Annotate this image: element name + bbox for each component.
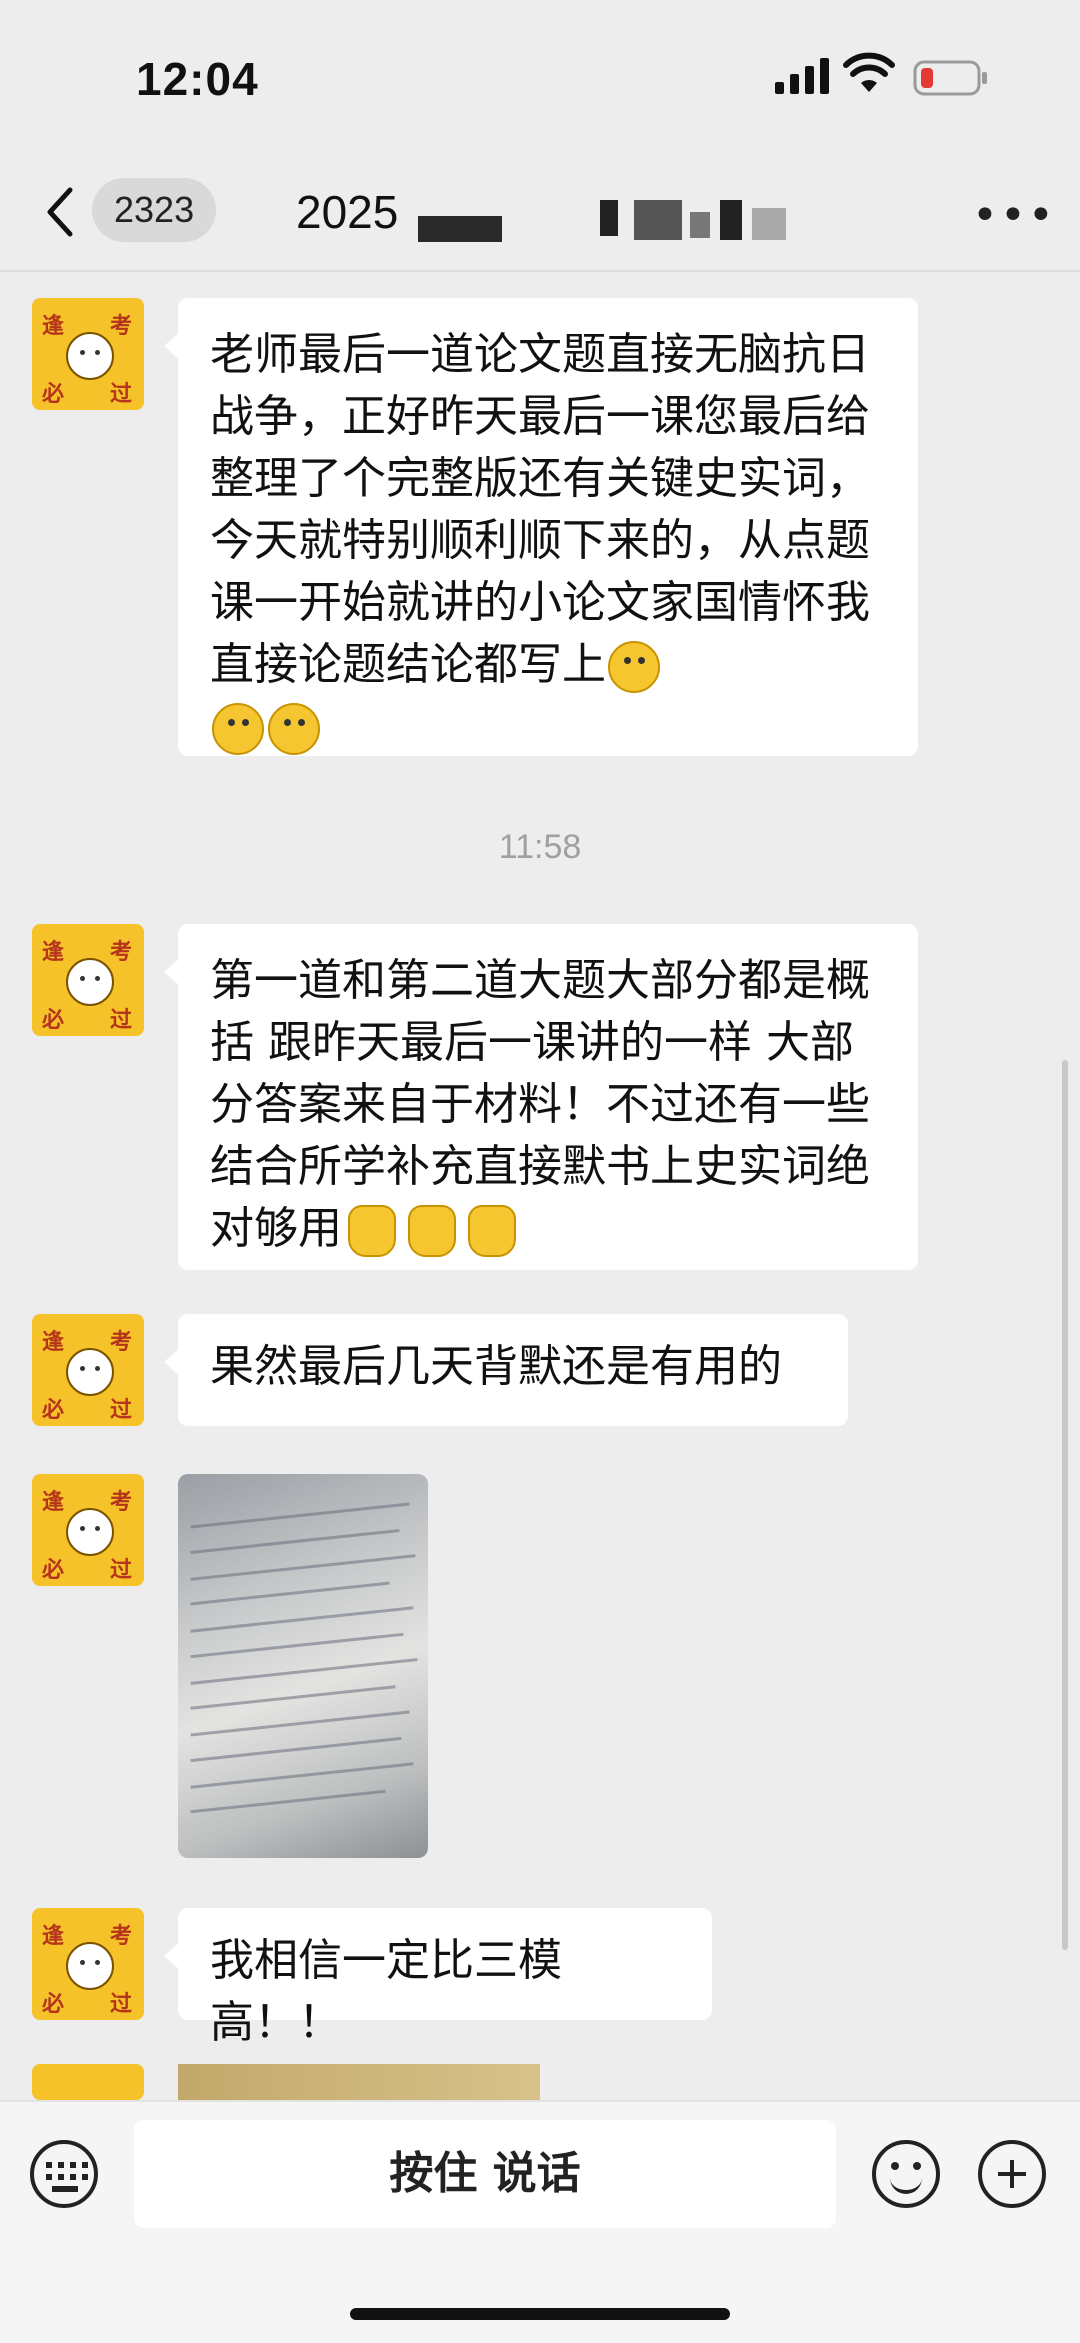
cat-face-icon — [66, 332, 114, 380]
fist-emoji-icon — [408, 1205, 456, 1257]
notes-photo[interactable] — [178, 1474, 428, 1858]
cat-face-icon — [66, 1942, 114, 1990]
message-text: 老师最后一道论文题直接无脑抗日战争，正好昨天最后一课您最后给整理了个完整版还有关… — [210, 329, 870, 690]
redacted-title-block — [634, 200, 682, 240]
avatar-char: 逢 — [42, 1490, 65, 1515]
avatar-char: 考 — [110, 1490, 133, 1515]
avatar-char: 考 — [110, 314, 133, 339]
status-time: 12:04 — [136, 53, 259, 105]
plus-icon[interactable] — [978, 2140, 1046, 2208]
home-indicator — [350, 2308, 730, 2320]
scrollbar[interactable] — [1062, 1060, 1068, 1950]
chat-title: 2025 — [296, 186, 399, 238]
avatar[interactable]: 逢 考 必 过 — [32, 1474, 144, 1586]
avatar[interactable]: 逢 考 必 过 — [32, 298, 144, 410]
avatar-char: 必 — [42, 382, 65, 407]
cat-face-icon — [66, 958, 114, 1006]
avatar-char: 过 — [110, 1398, 133, 1423]
fist-emoji-icon — [348, 1205, 396, 1257]
avatar[interactable]: 逢 考 必 过 — [32, 924, 144, 1036]
avatar-char: 必 — [42, 1008, 65, 1033]
message-text: 第一道和第二道大题大部分都是概括 跟昨天最后一课讲的一样 大部分答案来自于材料！… — [210, 955, 870, 1254]
message-bubble[interactable]: 老师最后一道论文题直接无脑抗日战争，正好昨天最后一课您最后给整理了个完整版还有关… — [164, 298, 918, 756]
avatar-char: 逢 — [42, 1330, 65, 1355]
cat-face-icon — [66, 1348, 114, 1396]
emoji-icon[interactable] — [872, 2140, 940, 2208]
cat-face-icon — [66, 1508, 114, 1556]
chat-header: 2323 2025 ••• — [0, 160, 1080, 272]
redacted-title-block — [600, 200, 618, 236]
hold-to-talk-button[interactable]: 按住 说话 — [134, 2120, 836, 2228]
message-bubble[interactable]: 第一道和第二道大题大部分都是概括 跟昨天最后一课讲的一样 大部分答案来自于材料！… — [164, 924, 918, 1270]
chevron-left-icon[interactable] — [40, 182, 80, 242]
avatar[interactable] — [32, 2064, 144, 2100]
avatar-char: 逢 — [42, 314, 65, 339]
redacted-title-block — [418, 216, 502, 242]
message-text: 我相信一定比三模高！！ — [210, 1935, 562, 2048]
avatar-char: 考 — [110, 1924, 133, 1949]
redacted-title-block — [690, 212, 710, 238]
grin-emoji-icon — [608, 641, 660, 693]
message-bubble[interactable]: 果然最后几天背默还是有用的 — [164, 1314, 848, 1426]
avatar-char: 必 — [42, 1992, 65, 2017]
grin-emoji-icon — [268, 703, 320, 755]
signal-icon — [775, 58, 829, 94]
unread-count-badge[interactable]: 2323 — [92, 178, 217, 242]
avatar-char: 过 — [110, 1992, 133, 2017]
avatar-char: 过 — [110, 382, 133, 407]
input-bar: 按住 说话 — [0, 2100, 1080, 2343]
fist-emoji-icon — [468, 1205, 516, 1257]
avatar[interactable]: 逢 考 必 过 — [32, 1314, 144, 1426]
message-timestamp: 11:58 — [498, 828, 582, 866]
message-text: 果然最后几天背默还是有用的 — [210, 1341, 782, 1392]
avatar-char: 过 — [110, 1008, 133, 1033]
avatar[interactable]: 逢 考 必 过 — [32, 1908, 144, 2020]
wifi-icon — [843, 52, 895, 92]
battery-icon — [913, 60, 987, 96]
avatar-char: 必 — [42, 1558, 65, 1583]
avatar-char: 必 — [42, 1398, 65, 1423]
keyboard-icon[interactable] — [30, 2140, 98, 2208]
redacted-title-block — [720, 200, 742, 240]
more-icon[interactable]: ••• — [972, 190, 1056, 241]
status-bar: 12:04 — [0, 0, 1080, 150]
grin-emoji-icon — [212, 703, 264, 755]
redacted-title-block — [752, 208, 786, 240]
avatar-char: 逢 — [42, 940, 65, 965]
message-bubble[interactable]: 我相信一定比三模高！！ — [164, 1908, 712, 2048]
avatar-char: 逢 — [42, 1924, 65, 1949]
avatar-char: 过 — [110, 1558, 133, 1583]
avatar-char: 考 — [110, 940, 133, 965]
avatar-char: 考 — [110, 1330, 133, 1355]
